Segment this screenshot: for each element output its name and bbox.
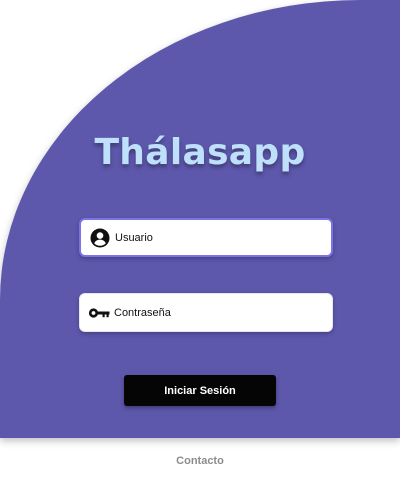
key-icon: [88, 302, 110, 324]
login-panel: Thálasapp Iniciar Sesión: [0, 0, 400, 438]
username-field[interactable]: [79, 218, 333, 257]
user-circle-icon: [89, 227, 111, 249]
app-title: Thálasapp: [94, 132, 306, 173]
login-button[interactable]: Iniciar Sesión: [124, 375, 276, 406]
contact-link[interactable]: Contacto: [0, 455, 400, 467]
password-input[interactable]: [114, 306, 314, 319]
username-input[interactable]: [115, 231, 315, 244]
password-field[interactable]: [79, 293, 333, 332]
